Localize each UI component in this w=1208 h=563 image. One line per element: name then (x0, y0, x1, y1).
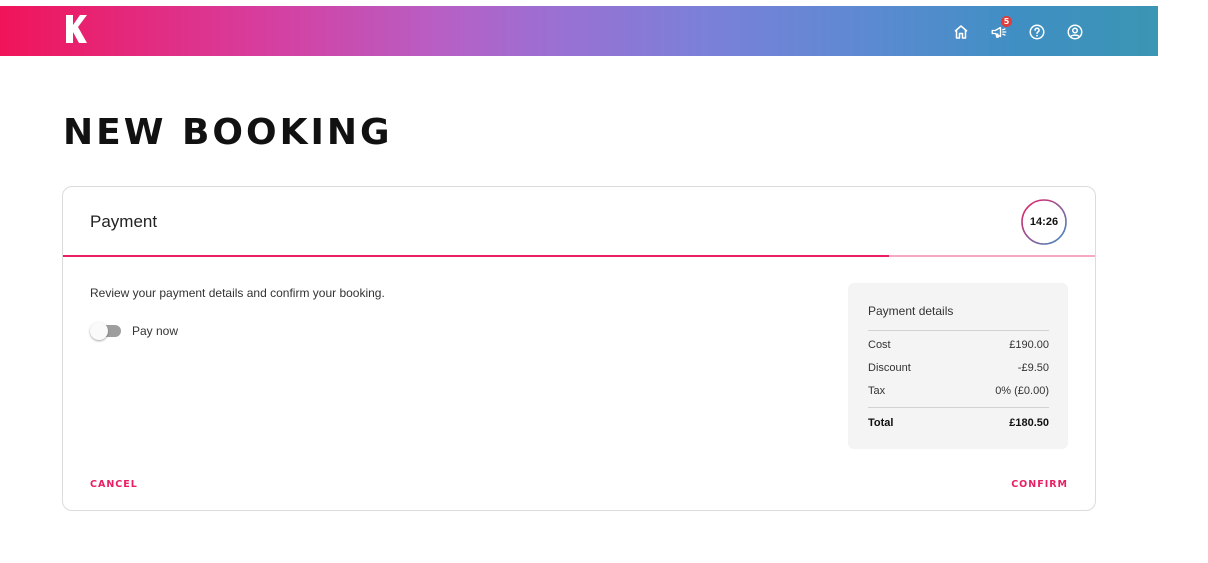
divider (868, 330, 1049, 331)
toggle-thumb (90, 322, 108, 340)
card-title: Payment (90, 212, 158, 231)
pay-now-toggle[interactable] (90, 322, 122, 340)
countdown-timer: 14:26 (1020, 198, 1068, 246)
help-icon[interactable] (1026, 21, 1048, 43)
pay-now-toggle-row[interactable]: Pay now (90, 322, 179, 340)
detail-row-tax: Tax 0% (£0.00) (868, 385, 1049, 397)
pay-now-label: Pay now (132, 324, 179, 338)
detail-row-cost: Cost £190.00 (868, 339, 1049, 351)
page-title: NEW BOOKING (63, 112, 393, 153)
payment-details-title: Payment details (868, 304, 954, 318)
detail-label: Cost (868, 339, 891, 351)
top-app-bar: 5 (0, 6, 1158, 56)
account-icon[interactable] (1064, 21, 1086, 43)
top-icons: 5 (950, 16, 1086, 43)
detail-label: Discount (868, 362, 911, 374)
timer-value: 14:26 (1029, 216, 1059, 228)
home-icon[interactable] (950, 21, 972, 43)
detail-value: -£9.50 (1017, 362, 1049, 374)
intro-text: Review your payment details and confirm … (90, 286, 385, 300)
cancel-button[interactable]: CANCEL (90, 479, 138, 490)
payment-card: Payment 14:26 Review your payment detail… (62, 186, 1096, 511)
notification-badge: 5 (1001, 16, 1012, 27)
total-value: £180.50 (1009, 417, 1049, 429)
detail-value: 0% (£0.00) (995, 385, 1049, 397)
divider (868, 407, 1049, 408)
megaphone-icon[interactable]: 5 (988, 16, 1012, 43)
detail-row-discount: Discount -£9.50 (868, 362, 1049, 374)
detail-label: Tax (868, 385, 886, 397)
progress-track (63, 255, 1095, 257)
progress-fill (63, 255, 889, 257)
total-label: Total (868, 417, 894, 429)
confirm-button[interactable]: CONFIRM (1011, 479, 1068, 490)
k-logo-icon[interactable] (64, 13, 88, 45)
card-header: Payment 14:26 (63, 187, 1095, 255)
detail-value: £190.00 (1009, 339, 1049, 351)
detail-row-total: Total £180.50 (868, 417, 1049, 429)
payment-details-panel: Payment details Cost £190.00 Discount -£… (848, 283, 1068, 449)
